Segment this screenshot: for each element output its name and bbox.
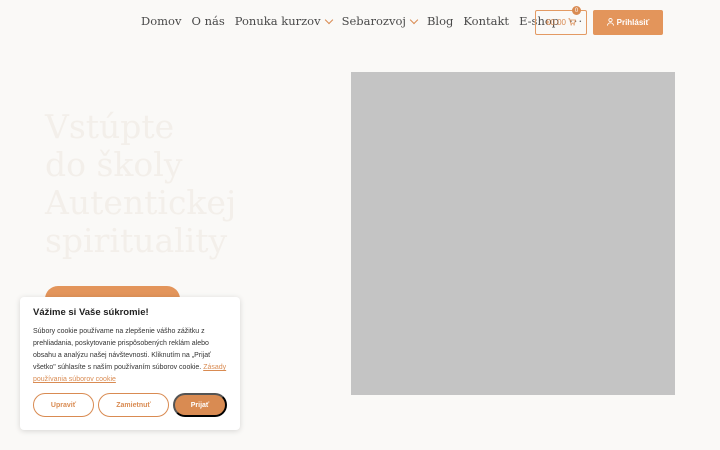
nav-item-kontakt[interactable]: Kontakt (463, 14, 509, 28)
nav-item-label: Kontakt (463, 14, 510, 28)
cookie-button-group: Upraviť Zamietnuť Prijať (33, 393, 231, 417)
cookie-accept-button[interactable]: Prijať (173, 393, 227, 417)
nav-item-blog[interactable]: Blog (427, 14, 453, 28)
cookie-reject-button[interactable]: Zamietnuť (98, 393, 169, 417)
user-icon (606, 17, 614, 28)
cart-icon (568, 17, 576, 28)
hero-title-line: Autentickej (45, 183, 237, 222)
hero-title-line: do školy (45, 145, 183, 184)
nav-item-domov[interactable]: Domov (141, 14, 181, 28)
cookie-description: Súbory cookie používame na zlepšenie váš… (33, 328, 211, 371)
nav-item-label: Domov (141, 14, 182, 28)
nav-item-label: Blog (426, 14, 454, 28)
cookie-title: Vážime si Vaše súkromie! (33, 307, 149, 318)
cookie-text: Súbory cookie používame na zlepšenie váš… (33, 326, 227, 386)
nav-item-label: O nás (191, 14, 225, 28)
cookie-consent-dialog: Vážime si Vaše súkromie! Súbory cookie p… (20, 297, 240, 430)
nav-item-o-nas[interactable]: O nás (191, 14, 224, 28)
cookie-customize-button[interactable]: Upraviť (33, 393, 94, 417)
login-button[interactable]: Prihlásiť (593, 10, 663, 35)
chevron-down-icon (324, 15, 333, 24)
cart-button[interactable]: €0.00 0 (535, 6, 587, 35)
nav-item-label: Ponuka kurzov (234, 14, 321, 28)
top-navigation: Domov O nás Ponuka kurzov Sebarozvoj Blo… (0, 0, 720, 44)
nav-item-sebarozvoj[interactable]: Sebarozvoj (341, 14, 419, 28)
hero-title-line: spirituality (45, 221, 228, 260)
cart-amount: €0.00 (545, 18, 567, 27)
nav-item-label: Sebarozvoj (341, 14, 406, 28)
hero-image-placeholder (351, 72, 675, 395)
nav-item-ponuka-kurzov[interactable]: Ponuka kurzov (234, 14, 333, 28)
chevron-down-icon (409, 15, 419, 24)
cart-count-badge: 0 (572, 6, 581, 15)
hero-title: Vstúpte do školy Autentickej spiritualit… (45, 108, 275, 260)
main-menu: Domov O nás Ponuka kurzov Sebarozvoj Blo… (141, 14, 593, 28)
login-label: Prihlásiť (616, 18, 650, 27)
hero-title-line: Vstúpte (45, 107, 175, 146)
